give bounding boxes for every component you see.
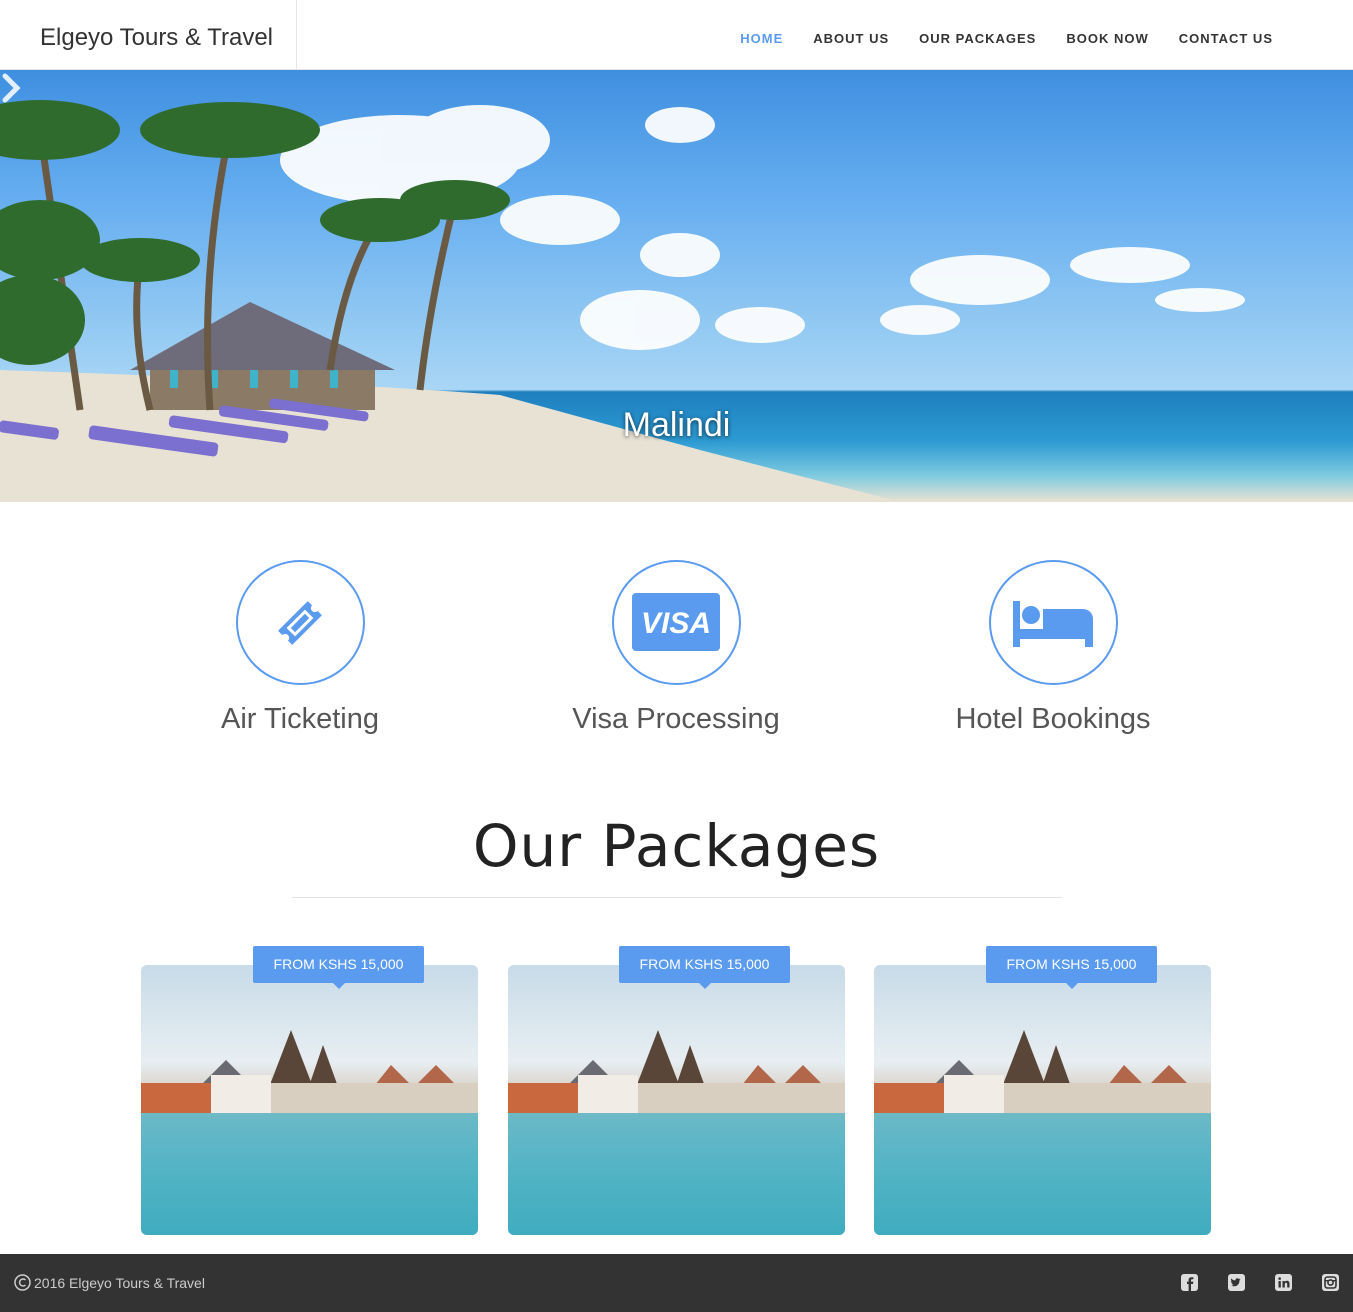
service-visa-processing: VISA Visa Processing [516,560,836,736]
copyright: 2016 Elgeyo Tours & Travel [14,1274,205,1291]
package-image [508,1030,845,1235]
service-icon-circle: VISA [611,560,741,685]
copyright-text: 2016 Elgeyo Tours & Travel [34,1274,205,1291]
linkedin-icon[interactable] [1275,1274,1292,1291]
service-label: Air Ticketing [221,703,379,735]
service-hotel-bookings: Hotel Bookings [893,560,1213,736]
copyright-icon [14,1274,31,1291]
navbar: Elgeyo Tours & Travel HOME ABOUT US OUR … [0,0,1353,70]
package-price-badge: FROM KSHS 15,000 [619,946,790,989]
chevron-right-icon[interactable] [0,70,24,106]
svg-text:VISA: VISA [641,607,711,640]
visa-card-icon: VISA [632,592,720,651]
service-air-ticketing: Air Ticketing [140,560,460,736]
packages-title: Our Packages [472,812,881,880]
package-image [141,1030,478,1235]
footer: 2016 Elgeyo Tours & Travel [0,1254,1353,1312]
service-icon-circle [988,560,1118,685]
packages-divider [292,897,1062,898]
service-icon-circle [235,560,365,685]
bed-icon [1013,600,1093,647]
package-card[interactable] [508,965,845,1235]
nav-contact-us[interactable]: CONTACT US [1179,31,1273,46]
nav-our-packages[interactable]: OUR PACKAGES [919,31,1036,46]
facebook-icon[interactable] [1181,1274,1198,1291]
package-price-badge: FROM KSHS 15,000 [253,946,424,989]
service-label: Visa Processing [572,703,780,735]
instagram-icon[interactable] [1322,1274,1339,1291]
nav-about-us[interactable]: ABOUT US [813,31,889,46]
package-card[interactable] [141,965,478,1235]
package-card[interactable] [874,965,1211,1235]
package-price-badge: FROM KSHS 15,000 [986,946,1157,989]
twitter-icon[interactable] [1228,1274,1245,1291]
nav-book-now[interactable]: BOOK NOW [1066,31,1148,46]
brand-logo[interactable]: Elgeyo Tours & Travel [40,24,273,52]
main-nav: HOME ABOUT US OUR PACKAGES BOOK NOW CONT… [740,31,1273,46]
nav-home[interactable]: HOME [740,31,783,46]
hero-caption: Malindi [622,406,731,444]
ticket-icon [278,600,322,645]
hero-carousel: Malindi [0,70,1353,502]
brand-divider [296,0,297,70]
social-links [1181,1274,1339,1291]
package-image [874,1030,1211,1235]
service-label: Hotel Bookings [955,703,1151,735]
